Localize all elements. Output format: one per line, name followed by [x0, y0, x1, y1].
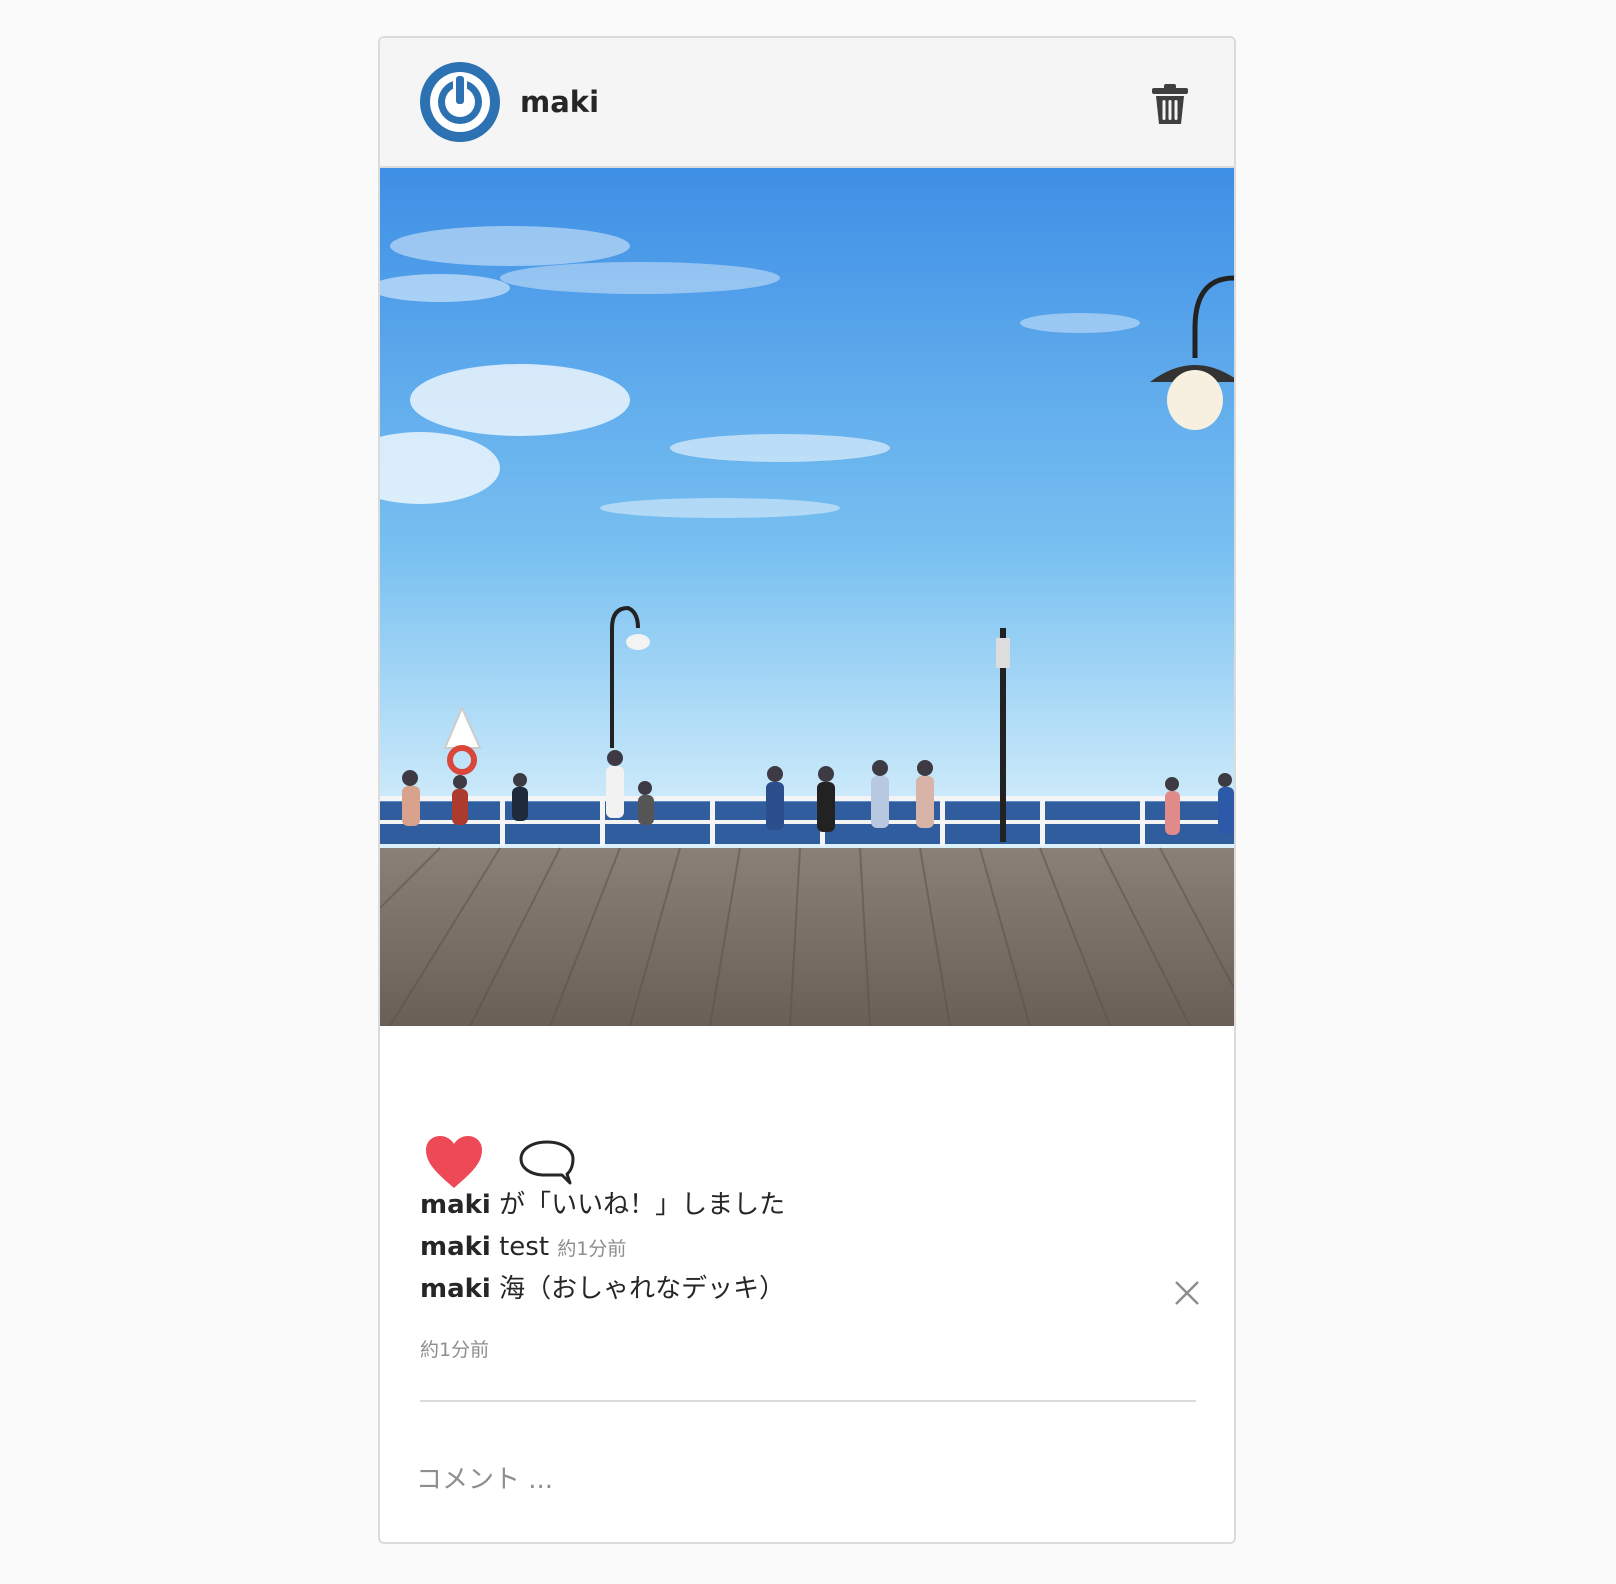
post-timestamp: 約1分前	[420, 1339, 490, 1361]
comment-user[interactable]: maki	[420, 1232, 491, 1262]
comment-row: maki test 約1分前	[420, 1230, 626, 1266]
trash-icon[interactable]	[1150, 82, 1190, 126]
close-icon[interactable]	[1172, 1278, 1202, 1308]
post-photo	[380, 168, 1234, 1026]
caption-user[interactable]: maki	[420, 1274, 491, 1304]
likes-line: maki が「いいね！」しました	[420, 1188, 785, 1222]
caption-text: 海（おしゃれなデッキ）	[490, 1274, 786, 1304]
comment-text: test	[490, 1232, 558, 1262]
speech-bubble-icon[interactable]	[518, 1138, 576, 1186]
heart-icon[interactable]	[424, 1134, 484, 1190]
post-card: maki maki が「いいね！」しました maki test 約1分前 mak…	[378, 36, 1236, 1544]
post-header: maki	[380, 38, 1234, 168]
caption-row: maki 海（おしゃれなデッキ）	[420, 1272, 785, 1306]
comment-input[interactable]	[410, 1458, 1202, 1502]
post-actions	[424, 1134, 624, 1190]
divider	[420, 1400, 1196, 1402]
likes-user[interactable]: maki	[420, 1190, 491, 1220]
post-username[interactable]: maki	[520, 84, 599, 120]
likes-text: が「いいね！」しました	[490, 1190, 786, 1220]
avatar[interactable]	[420, 62, 500, 142]
comment-time: 約1分前	[557, 1238, 627, 1260]
